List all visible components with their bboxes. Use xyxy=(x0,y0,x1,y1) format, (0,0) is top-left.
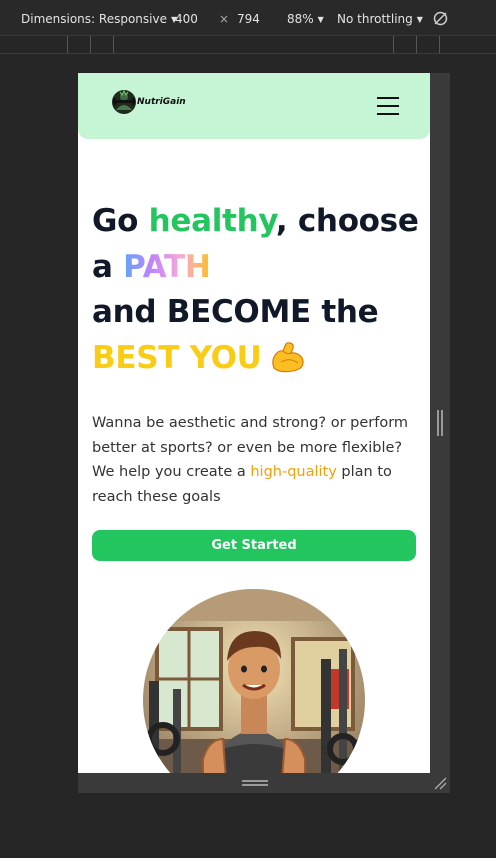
hero-title: Go healthy, choose a PATH and BECOME the BE… xyxy=(92,199,422,381)
zoom-label: 88% xyxy=(287,12,314,26)
hero-gym-illustration xyxy=(143,589,365,773)
chevron-down-icon: ▼ xyxy=(317,15,324,24)
menu-bar xyxy=(377,113,399,115)
site-header: NutriGain xyxy=(78,73,430,139)
grip-icon xyxy=(242,780,268,786)
ruler-tick xyxy=(113,36,114,53)
hero-title-text: Go xyxy=(92,203,149,239)
ruler-tick xyxy=(67,36,68,53)
width-input[interactable]: 400 xyxy=(175,12,198,26)
menu-bar xyxy=(377,105,399,107)
get-started-button[interactable]: Get Started xyxy=(92,530,416,561)
times-sign: × xyxy=(219,12,230,26)
brand-logo[interactable]: NutriGain xyxy=(110,88,186,116)
hamburger-menu-button[interactable] xyxy=(377,97,399,117)
zoom-dropdown[interactable]: 88% ▼ xyxy=(287,12,324,26)
grip-icon xyxy=(437,410,443,436)
hero-title-text: and BECOME the xyxy=(92,294,379,330)
flexed-biceps-icon xyxy=(271,341,304,372)
hero-title-text: a xyxy=(92,248,124,285)
chevron-down-icon: ▼ xyxy=(416,15,423,24)
brand-name: NutriGain xyxy=(137,97,186,107)
media-query-ruler[interactable] xyxy=(0,36,496,54)
ruler-tick xyxy=(416,36,417,53)
ruler-tick xyxy=(393,36,394,53)
hero-description: Wanna be aesthetic and strong? or perfor… xyxy=(92,411,412,509)
height-input[interactable]: 794 xyxy=(237,12,260,26)
logo-mark-icon xyxy=(112,89,136,114)
hero-title-highlight-path: PATH xyxy=(123,248,211,285)
throttling-dropdown[interactable]: No throttling ▼ xyxy=(337,12,423,26)
hero-description-highlight: high-quality xyxy=(250,464,337,480)
corner-resize-icon[interactable] xyxy=(433,776,447,790)
devtools-toolbar: Dimensions: Responsive ▼ 400 × 794 88% ▼ N… xyxy=(0,0,496,36)
throttling-label: No throttling xyxy=(337,12,413,26)
rotate-icon[interactable] xyxy=(432,10,449,27)
hero-title-text: , choose xyxy=(275,203,419,239)
dimensions-dropdown[interactable]: Dimensions: Responsive ▼ xyxy=(21,12,177,26)
page-viewport: NutriGain Go healthy, choose a PATH and BE… xyxy=(78,73,430,773)
dimensions-label: Dimensions: Responsive xyxy=(21,12,167,26)
hero-title-highlight-healthy: healthy xyxy=(148,203,277,239)
hero-title-highlight-best-you: BEST YOU xyxy=(92,339,262,376)
menu-bar xyxy=(377,97,399,99)
ruler-tick xyxy=(90,36,91,53)
ruler-tick xyxy=(439,36,440,53)
